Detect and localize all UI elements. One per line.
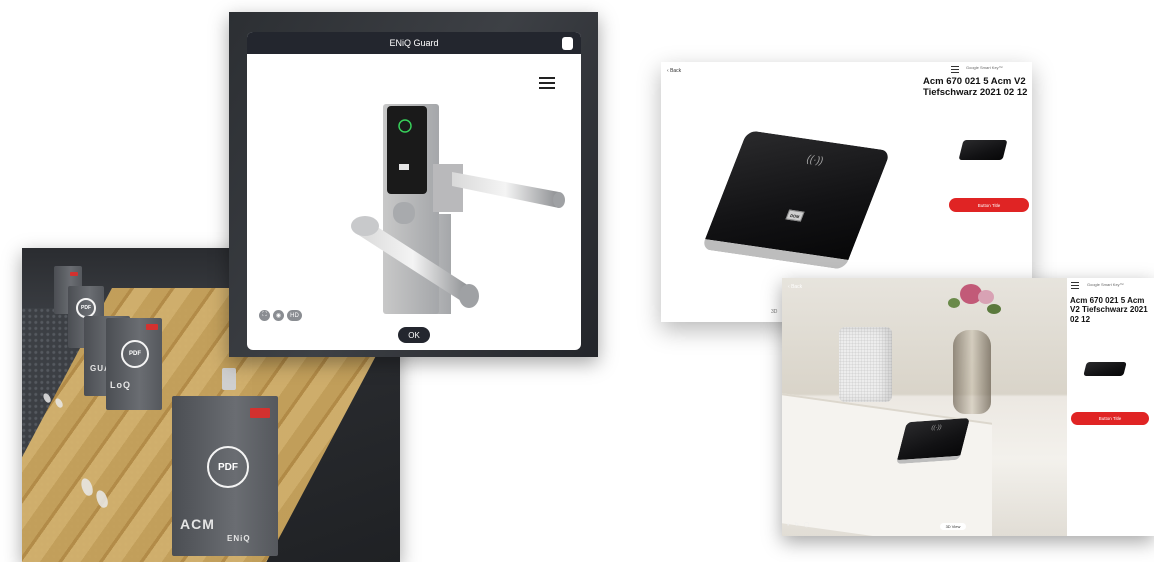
back-button[interactable]: ‹ Back: [788, 284, 802, 290]
hd-toggle[interactable]: HD: [287, 310, 302, 321]
viewer-controls: ⛶ ◉ HD: [259, 310, 302, 321]
fullscreen-icon[interactable]: ⛶: [259, 310, 270, 321]
flower: [978, 290, 994, 304]
reader-device-3d[interactable]: ((·)) DOM: [701, 130, 891, 270]
header-text: Google Smart Key™: [966, 65, 1003, 70]
product-thumbnail[interactable]: [958, 140, 1008, 160]
nfc-icon: ((·)): [804, 153, 825, 167]
viewer-title: ENiQ Guard: [389, 38, 439, 48]
ar-sidebar: Google Smart Key™ Acm 670 021 5 Acm V2 T…: [1067, 278, 1154, 536]
door-lock-sample: [222, 368, 236, 390]
ar-placement-screen: ((·)) ‹ Back ⏸ ↻ ◯ 3D View Google Smart …: [782, 278, 1154, 536]
header-text: Google Smart Key™: [1087, 282, 1124, 287]
display-stand-front[interactable]: PDF ACM ENiQ: [172, 396, 278, 556]
view-mode-label[interactable]: 3D: [771, 309, 777, 315]
display-stand[interactable]: PDF LoQ: [106, 318, 162, 410]
ar-bottom-controls: ⏸ ↻ ◯: [787, 522, 809, 528]
product-thumbnail[interactable]: [1083, 362, 1127, 376]
back-button[interactable]: ‹ Back: [667, 68, 681, 74]
lock-handle-model[interactable]: [247, 54, 581, 324]
ok-button[interactable]: OK: [398, 327, 430, 343]
buy-button[interactable]: Button Title: [949, 198, 1029, 212]
device-logo: DOM: [785, 209, 805, 222]
viewer-modal: ENiQ Guard ⛶ ◉ HD OK: [247, 32, 581, 350]
ar-reader-device[interactable]: ((·)): [896, 417, 970, 465]
buy-button[interactable]: Button Title: [1071, 412, 1149, 425]
nfc-icon: ((·)): [930, 424, 943, 432]
lock-3d-viewer: ENiQ Guard ⛶ ◉ HD OK: [229, 12, 598, 357]
stand-logo-badge: [146, 324, 158, 330]
close-icon[interactable]: [562, 37, 573, 50]
leaf: [987, 304, 1001, 314]
back-label: Back: [791, 284, 803, 290]
pdf-icon: PDF: [207, 446, 249, 488]
stand-logo-badge: [70, 272, 78, 276]
sideboard: [782, 393, 992, 536]
hamburger-menu-icon[interactable]: [951, 66, 959, 73]
stand-label-eniq: ENiQ: [227, 534, 251, 543]
rotate-icon[interactable]: ↻: [795, 522, 799, 528]
camera-icon[interactable]: ◉: [273, 310, 284, 321]
product-title: Acm 670 021 5 Acm V2 Tiefschwarz 2021 02…: [1070, 296, 1148, 324]
stand-logo-badge: [250, 408, 270, 418]
record-icon[interactable]: ◯: [804, 522, 810, 528]
back-label: Back: [670, 68, 682, 74]
view-mode-toggle[interactable]: 3D View: [940, 523, 966, 530]
product-title: Acm 670 021 5 Acm V2 Tiefschwarz 2021 02…: [923, 76, 1028, 99]
stand-label: LoQ: [110, 380, 131, 390]
leaf: [948, 298, 960, 308]
viewer-titlebar: ENiQ Guard: [247, 32, 581, 54]
ar-camera-view: ((·)) ‹ Back ⏸ ↻ ◯ 3D View: [782, 278, 1067, 536]
pdf-icon: PDF: [76, 298, 96, 318]
pdf-icon: PDF: [121, 340, 149, 368]
stand-label-acm: ACM: [180, 516, 215, 532]
hamburger-menu-icon[interactable]: [1071, 282, 1079, 289]
smart-speaker: [839, 327, 892, 402]
vase: [953, 330, 991, 414]
pause-icon[interactable]: ⏸: [787, 522, 790, 528]
